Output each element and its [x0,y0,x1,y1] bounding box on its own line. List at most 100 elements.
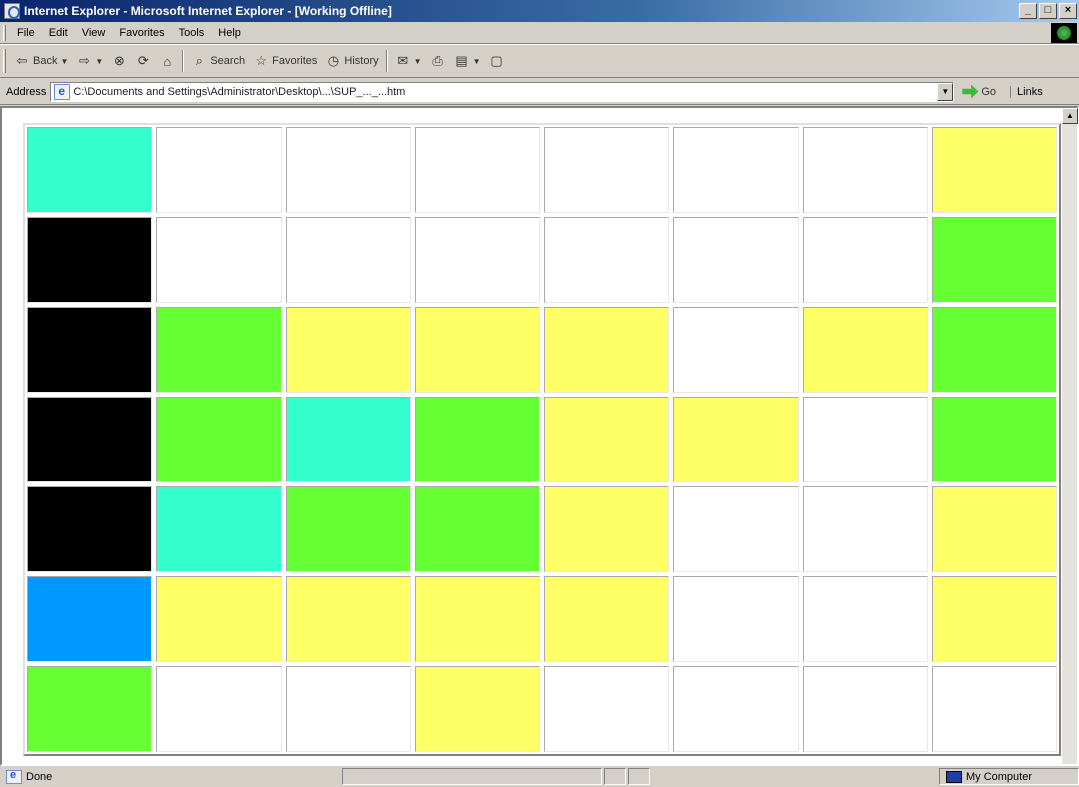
back-dropdown-icon[interactable]: ▼ [60,57,68,66]
grid-cell [27,216,153,303]
mail-button[interactable]: ✉ ▼ [391,49,426,73]
grid-cell [285,306,411,393]
mail-dropdown-icon[interactable]: ▼ [414,57,422,66]
edit-page-icon: ▤ [455,53,468,68]
status-text: Done [26,770,53,783]
color-grid-table [23,123,1061,756]
grid-cell [414,127,540,213]
menu-view[interactable]: View [75,27,113,39]
grid-cell [673,306,799,393]
toolbar-separator [385,50,388,72]
grid-cell [285,127,411,213]
print-button[interactable]: ⎙ [426,49,450,73]
grid-cell [414,666,540,752]
vertical-scrollbar[interactable]: ▲ [1061,108,1078,764]
home-icon: ⌂ [163,53,172,69]
favorites-label: Favorites [272,55,318,67]
globe-icon [1057,25,1071,40]
address-dropdown-icon[interactable]: ▼ [937,82,954,101]
grid-cell [156,306,282,393]
grid-cell [285,666,411,752]
zone-text: My Computer [965,770,1033,783]
grid-cell [156,127,282,213]
favorites-icon: ☆ [255,53,267,68]
edit-dropdown-icon[interactable]: ▼ [473,57,481,66]
grid-cell [544,576,670,663]
standard-toolbar: ⇦ Back ▼ ⇨ ▼ ⊗ ⟳ ⌂ ⌕ Search ☆ Favorites … [0,44,1079,78]
menu-grip[interactable] [3,24,6,41]
grid-cell [544,486,670,573]
status-pane-offline [627,768,650,785]
grid-cell [27,127,153,213]
history-label: History [344,55,379,67]
edit-button[interactable]: ▤ ▼ [450,49,485,73]
menu-file[interactable]: File [10,27,42,39]
back-label: Back [33,55,58,67]
menu-favorites[interactable]: Favorites [112,27,171,39]
grid-cell [285,486,411,573]
menu-tools[interactable]: Tools [172,27,212,39]
grid-cell [931,576,1057,663]
maximize-button[interactable]: □ [1039,3,1057,19]
page-icon [54,83,71,100]
grid-cell [931,396,1057,483]
discuss-button[interactable]: ▢ [485,49,509,73]
address-input[interactable]: C:\Documents and Settings\Administrator\… [50,81,955,102]
address-label: Address [6,85,47,98]
grid-cell [414,486,540,573]
history-icon: ◷ [327,53,340,68]
ie-app-icon[interactable] [4,3,20,19]
stop-icon: ⊗ [113,53,125,68]
grid-cell [156,486,282,573]
window-title: Internet Explorer - Microsoft Internet E… [24,4,392,18]
toolbar-grip[interactable] [3,49,6,73]
forward-dropdown-icon[interactable]: ▼ [95,57,103,66]
grid-cell [931,666,1057,752]
history-button[interactable]: ◷ History [321,49,382,73]
grid-cell [544,216,670,303]
minimize-button[interactable]: _ [1019,3,1037,19]
favorites-button[interactable]: ☆ Favorites [249,49,321,73]
grid-cell [544,666,670,752]
ie-throbber-logo [1051,22,1077,43]
back-button[interactable]: ⇦ Back ▼ [10,49,72,73]
grid-cell [802,396,928,483]
grid-cell [802,666,928,752]
go-label: Go [981,85,997,98]
grid-cell [27,576,153,663]
grid-cell [673,216,799,303]
grid-cell [156,576,282,663]
status-pane-lock [603,768,626,785]
grid-cell [673,666,799,752]
home-button[interactable]: ⌂ [155,49,179,73]
grid-cell [673,576,799,663]
grid-cell [931,306,1057,393]
grid-cell [544,396,670,483]
menu-edit[interactable]: Edit [42,27,75,39]
stop-button[interactable]: ⊗ [107,49,131,73]
grid-cell [156,396,282,483]
title-bar: Internet Explorer - Microsoft Internet E… [0,0,1079,22]
window-controls: _ □ × [1019,3,1077,19]
page-content: ▲ [0,106,1079,766]
grid-cell [285,396,411,483]
go-button[interactable]: Go [962,84,997,99]
refresh-button[interactable]: ⟳ [131,49,155,73]
forward-button[interactable]: ⇨ ▼ [72,49,107,73]
search-button[interactable]: ⌕ Search [187,49,249,73]
address-url[interactable]: C:\Documents and Settings\Administrator\… [73,86,937,98]
menu-help[interactable]: Help [211,27,248,39]
links-toolbar[interactable]: Links [1010,85,1043,98]
grid-cell [931,486,1057,573]
grid-cell [156,666,282,752]
scroll-up-icon[interactable]: ▲ [1062,108,1078,124]
grid-cell [27,396,153,483]
grid-cell [156,216,282,303]
address-bar: Address C:\Documents and Settings\Admini… [0,79,1079,105]
grid-cell [414,216,540,303]
grid-cell [673,396,799,483]
page-status-icon [6,769,22,784]
grid-cell [544,127,670,213]
search-label: Search [210,55,246,67]
close-button[interactable]: × [1059,3,1077,19]
